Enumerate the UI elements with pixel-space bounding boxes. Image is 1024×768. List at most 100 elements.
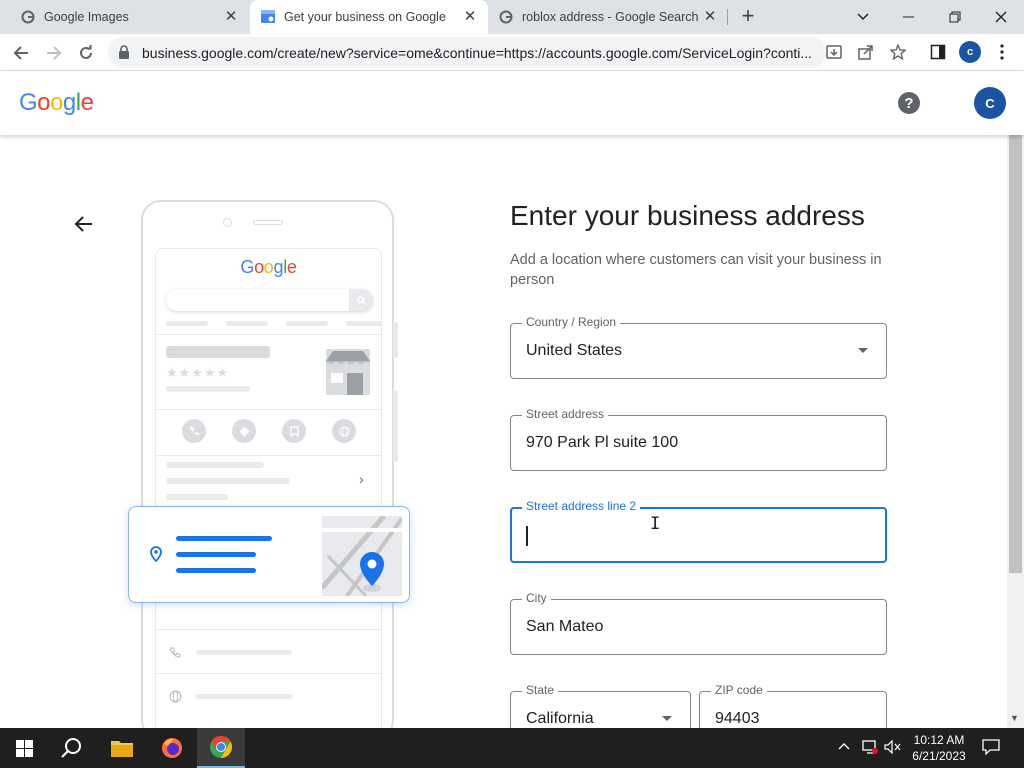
tab-search-button[interactable] bbox=[840, 0, 886, 34]
divider bbox=[156, 334, 381, 335]
field-value: United States bbox=[526, 342, 623, 359]
taskbar-clock[interactable]: 10:12 AM 6/21/2023 bbox=[906, 732, 972, 764]
placeholder-bar bbox=[196, 650, 292, 655]
tab-title: roblox address - Google Search bbox=[522, 10, 699, 24]
placeholder-bar bbox=[166, 462, 264, 468]
windows-start-icon[interactable] bbox=[0, 728, 48, 768]
phone-illustration: Google ★★★★★ › bbox=[141, 200, 394, 740]
phone-outline-icon bbox=[169, 646, 181, 664]
reload-button[interactable] bbox=[73, 40, 99, 66]
forward-button[interactable] bbox=[41, 40, 67, 66]
install-app-icon[interactable] bbox=[823, 41, 845, 63]
show-hidden-icons-chevron-icon[interactable] bbox=[838, 739, 850, 753]
tab-title: Google Images bbox=[44, 10, 129, 24]
dropdown-arrow-icon[interactable] bbox=[662, 716, 672, 721]
network-icon[interactable] bbox=[862, 740, 878, 757]
tab-separator bbox=[727, 9, 728, 25]
lock-icon[interactable] bbox=[118, 45, 130, 64]
divider bbox=[156, 629, 381, 630]
scroll-down-arrow-icon[interactable]: ▼ bbox=[1010, 713, 1019, 723]
placeholder-bar bbox=[286, 321, 328, 326]
help-icon[interactable]: ? bbox=[898, 92, 920, 114]
field-label: ZIP code bbox=[711, 683, 767, 697]
location-pin-icon bbox=[150, 546, 162, 567]
back-button[interactable] bbox=[8, 40, 34, 66]
close-tab-icon[interactable]: ✕ bbox=[462, 9, 478, 25]
file-explorer-icon[interactable] bbox=[98, 728, 146, 768]
phone-screen: Google ★★★★★ › bbox=[155, 248, 382, 738]
url-text: business.google.com/create/new?service=o… bbox=[142, 45, 813, 61]
close-tab-icon[interactable]: ✕ bbox=[702, 9, 718, 25]
firefox-icon[interactable] bbox=[148, 728, 196, 768]
divider bbox=[156, 673, 381, 674]
browser-tab-strip: Google Images ✕ Get your business on Goo… bbox=[0, 0, 1024, 34]
bookmark-star-icon[interactable] bbox=[887, 41, 909, 63]
search-icon[interactable] bbox=[48, 728, 96, 768]
street-address-input[interactable]: Street address 970 Park Pl suite 100 bbox=[510, 407, 887, 471]
close-window-button[interactable] bbox=[978, 0, 1024, 34]
field-label: Street address line 2 bbox=[522, 499, 641, 513]
field-label: Country / Region bbox=[522, 315, 621, 329]
placeholder-bar bbox=[166, 494, 228, 500]
card-text-line bbox=[176, 536, 272, 541]
tab-roblox-address[interactable]: roblox address - Google Search ✕ bbox=[488, 0, 724, 34]
field-value: California bbox=[526, 710, 594, 727]
side-panel-icon[interactable] bbox=[927, 41, 949, 63]
placeholder-bar bbox=[196, 694, 292, 699]
street-address-line2-input[interactable]: Street address line 2 bbox=[510, 499, 887, 563]
tab-get-your-business[interactable]: Get your business on Google ✕ bbox=[250, 0, 488, 34]
phone-side-button bbox=[393, 390, 398, 462]
placeholder-bar bbox=[166, 386, 250, 392]
tab-google-images[interactable]: Google Images ✕ bbox=[0, 0, 245, 34]
address-card-illustration bbox=[128, 506, 410, 603]
share-icon[interactable] bbox=[855, 41, 877, 63]
clock-date: 6/21/2023 bbox=[912, 749, 966, 763]
placeholder-bar bbox=[226, 321, 268, 326]
google-favicon-icon bbox=[498, 9, 514, 25]
field-label: Street address bbox=[522, 407, 609, 421]
account-avatar[interactable]: C bbox=[974, 87, 1006, 119]
address-bar[interactable]: business.google.com/create/new?service=o… bbox=[108, 37, 826, 68]
minimize-button[interactable] bbox=[886, 0, 932, 34]
directions-icon bbox=[232, 419, 256, 443]
phone-side-button bbox=[393, 322, 398, 358]
field-value: 94403 bbox=[715, 710, 760, 727]
restore-button[interactable] bbox=[932, 0, 978, 34]
dropdown-arrow-icon[interactable] bbox=[858, 348, 868, 353]
notifications-icon[interactable] bbox=[982, 739, 1000, 758]
google-logo[interactable]: Google bbox=[19, 89, 94, 117]
new-tab-button[interactable]: + bbox=[736, 5, 760, 29]
map-thumbnail bbox=[322, 516, 402, 596]
tab-title: Get your business on Google bbox=[284, 10, 446, 24]
phone-camera bbox=[223, 218, 232, 227]
placeholder-bar bbox=[346, 321, 381, 326]
page-header: Google ? C bbox=[0, 71, 1024, 135]
field-value: San Mateo bbox=[526, 618, 604, 635]
page-subtitle: Add a location where customers can visit… bbox=[510, 252, 882, 288]
city-input[interactable]: City San Mateo bbox=[510, 591, 887, 655]
browser-profile-avatar[interactable]: c bbox=[959, 41, 981, 63]
rating-stars-icon: ★★★★★ bbox=[166, 365, 230, 380]
phone-speaker bbox=[253, 220, 283, 225]
chrome-menu-icon[interactable] bbox=[991, 41, 1013, 63]
text-cursor-icon: I bbox=[650, 514, 661, 534]
field-label: City bbox=[522, 591, 551, 605]
save-bookmark-icon bbox=[282, 419, 306, 443]
page-title: Enter your business address bbox=[510, 200, 865, 231]
scrollbar-thumb[interactable] bbox=[1009, 135, 1022, 573]
storefront-icon bbox=[323, 347, 373, 402]
search-icon bbox=[349, 289, 373, 311]
chrome-taskbar-icon[interactable] bbox=[197, 728, 245, 768]
volume-muted-icon[interactable] bbox=[884, 739, 902, 757]
divider bbox=[156, 455, 381, 456]
placeholder-bar bbox=[166, 478, 290, 484]
windows-taskbar: 10:12 AM 6/21/2023 bbox=[0, 728, 1024, 768]
back-arrow-button[interactable] bbox=[72, 212, 96, 236]
card-text-line bbox=[176, 552, 256, 557]
phone-google-logo: Google bbox=[240, 257, 297, 277]
card-text-line bbox=[176, 568, 256, 573]
placeholder-bar bbox=[166, 321, 208, 326]
country-region-select[interactable]: Country / Region United States bbox=[510, 315, 887, 379]
close-tab-icon[interactable]: ✕ bbox=[223, 9, 239, 25]
globe-outline-icon bbox=[169, 690, 182, 708]
